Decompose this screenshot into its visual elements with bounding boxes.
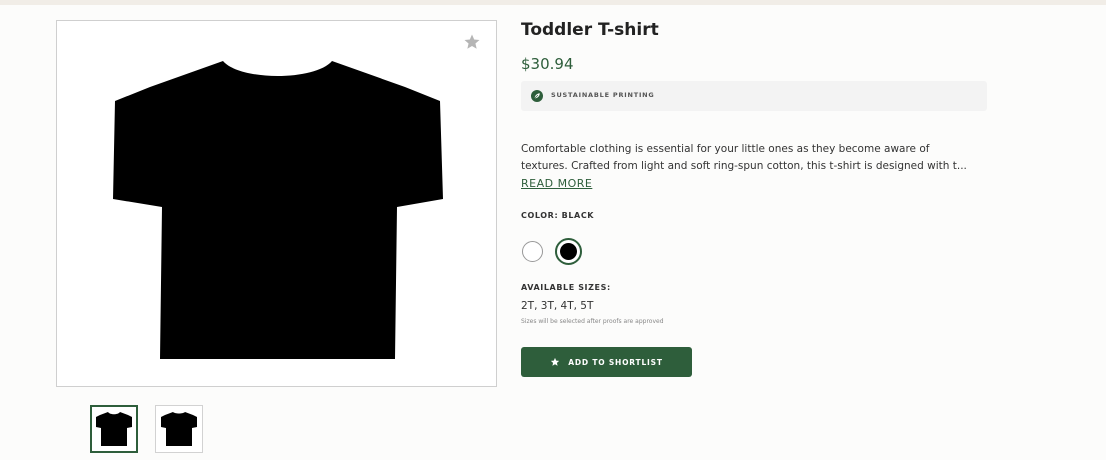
thumbnail-1[interactable] [90, 405, 138, 453]
tshirt-thumb-icon [96, 412, 132, 446]
sizes-label: AVAILABLE SIZES: [521, 283, 611, 292]
product-title: Toddler T-shirt [521, 20, 659, 40]
color-swatch-white[interactable] [522, 241, 543, 262]
star-icon [551, 357, 560, 366]
product-description: Comfortable clothing is essential for yo… [521, 141, 987, 175]
tshirt-thumb-icon [161, 412, 197, 446]
add-to-shortlist-button[interactable]: ADD TO SHORTLIST [521, 347, 692, 377]
leaf-icon [531, 90, 543, 102]
favorite-star-icon[interactable] [462, 32, 482, 52]
tshirt-image [113, 61, 443, 359]
description-line: Comfortable clothing is essential for yo… [521, 143, 930, 155]
read-more-link[interactable]: READ MORE [521, 177, 592, 190]
add-to-shortlist-label: ADD TO SHORTLIST [568, 357, 663, 367]
sizes-list: 2T, 3T, 4T, 5T [521, 300, 594, 312]
badge-label: SUSTAINABLE PRINTING [551, 91, 655, 99]
top-strip [0, 0, 1106, 5]
product-main-image[interactable] [56, 20, 497, 387]
sizes-note: Sizes will be selected after proofs are … [521, 318, 664, 325]
sustainable-badge: SUSTAINABLE PRINTING [521, 81, 987, 111]
thumbnail-2[interactable] [155, 405, 203, 453]
product-price: $30.94 [521, 55, 574, 73]
color-swatch-black-dot [560, 243, 577, 260]
color-swatch-black[interactable] [555, 238, 582, 265]
color-label: COLOR: BLACK [521, 211, 595, 220]
description-line: textures. Crafted from light and soft ri… [521, 160, 967, 172]
